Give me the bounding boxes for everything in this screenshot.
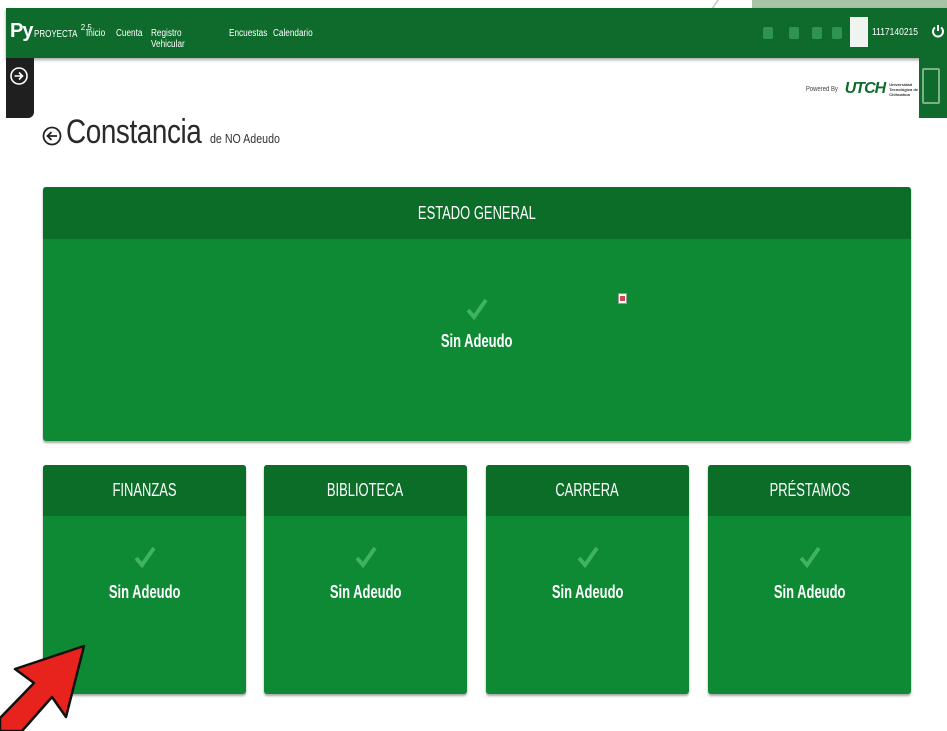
red-arrow-annotation: [0, 644, 86, 731]
globe-icon[interactable]: [763, 27, 773, 39]
status-label: Sin Adeudo: [108, 582, 181, 602]
page-title: Constancia de NO Adeudo: [42, 113, 295, 152]
prestamos-card: PRÉSTAMOS Sin Adeudo: [708, 465, 911, 694]
status-label: Sin Adeudo: [441, 331, 513, 351]
status-text: Sin Adeudo: [264, 582, 467, 603]
check-icon: [576, 546, 599, 568]
powered-text: Powered By: [805, 85, 838, 93]
status-label: Sin Adeudo: [773, 582, 846, 602]
utch-logo: UTCH: [844, 80, 886, 97]
nav-encuestas[interactable]: Encuestas: [229, 28, 267, 50]
status-label: Sin Adeudo: [329, 582, 402, 602]
card-header: BIBLIOTECA: [264, 465, 467, 516]
broken-image-icon: [618, 293, 627, 304]
carrera-card: CARRERA Sin Adeudo: [486, 465, 689, 694]
title-main: Constancia: [66, 113, 202, 151]
card-header-label: CARRERA: [555, 480, 620, 500]
nav-inicio[interactable]: Inicio: [86, 28, 111, 50]
status-label: Sin Adeudo: [551, 582, 624, 602]
sidebar-toggle[interactable]: [6, 58, 34, 118]
biblioteca-card: BIBLIOTECA Sin Adeudo: [264, 465, 467, 694]
card-header: CARRERA: [486, 465, 689, 516]
status-text: Sin Adeudo: [43, 331, 911, 352]
nav-calendario[interactable]: Calendario: [273, 28, 314, 50]
utch-subtitle: Universidad Tecnológica de Chihuahua: [889, 81, 919, 97]
card-header-label: PRÉSTAMOS: [769, 480, 850, 500]
back-arrow-icon[interactable]: [42, 126, 62, 146]
check-icon: [466, 298, 488, 320]
check-icon: [798, 546, 821, 568]
check-icon: [354, 546, 377, 568]
card-header-label: FINANZAS: [112, 480, 177, 500]
status-text: Sin Adeudo: [708, 582, 911, 603]
card-header: FINANZAS: [43, 465, 246, 516]
status-text: Sin Adeudo: [43, 582, 246, 603]
estado-general-card: ESTADO GENERAL Sin Adeudo: [43, 187, 911, 441]
phone-icon[interactable]: [812, 27, 822, 39]
check-icon: [133, 546, 156, 568]
powered-by: Powered By UTCH Universidad Tecnológica …: [803, 80, 933, 98]
power-icon[interactable]: [931, 24, 945, 38]
brand-logo[interactable]: Py PROYECTA 2.5: [10, 20, 92, 43]
arrow-right-circle-icon: [10, 67, 28, 85]
main-nav: Inicio Cuenta Registro Vehicular Encuest…: [86, 28, 323, 50]
nav-registro-vehicular[interactable]: Registro Vehicular: [151, 28, 215, 50]
status-text: Sin Adeudo: [486, 582, 689, 603]
card-header-label: ESTADO GENERAL: [418, 202, 536, 223]
top-navbar: Py PROYECTA 2.5 Inicio Cuenta Registro V…: [6, 8, 947, 58]
user-id[interactable]: 1117140215: [872, 27, 918, 38]
mobile-icon[interactable]: [832, 27, 842, 39]
calendar-icon[interactable]: [789, 27, 799, 39]
card-header: PRÉSTAMOS: [708, 465, 911, 516]
brand-py: Py: [10, 20, 33, 42]
card-header-label: BIBLIOTECA: [327, 480, 404, 500]
brand-name: PROYECTA: [34, 29, 78, 40]
card-header: ESTADO GENERAL: [43, 187, 911, 239]
title-subtitle: de NO Adeudo: [210, 131, 280, 146]
user-avatar[interactable]: [850, 17, 868, 47]
nav-cuenta[interactable]: Cuenta: [116, 28, 145, 50]
